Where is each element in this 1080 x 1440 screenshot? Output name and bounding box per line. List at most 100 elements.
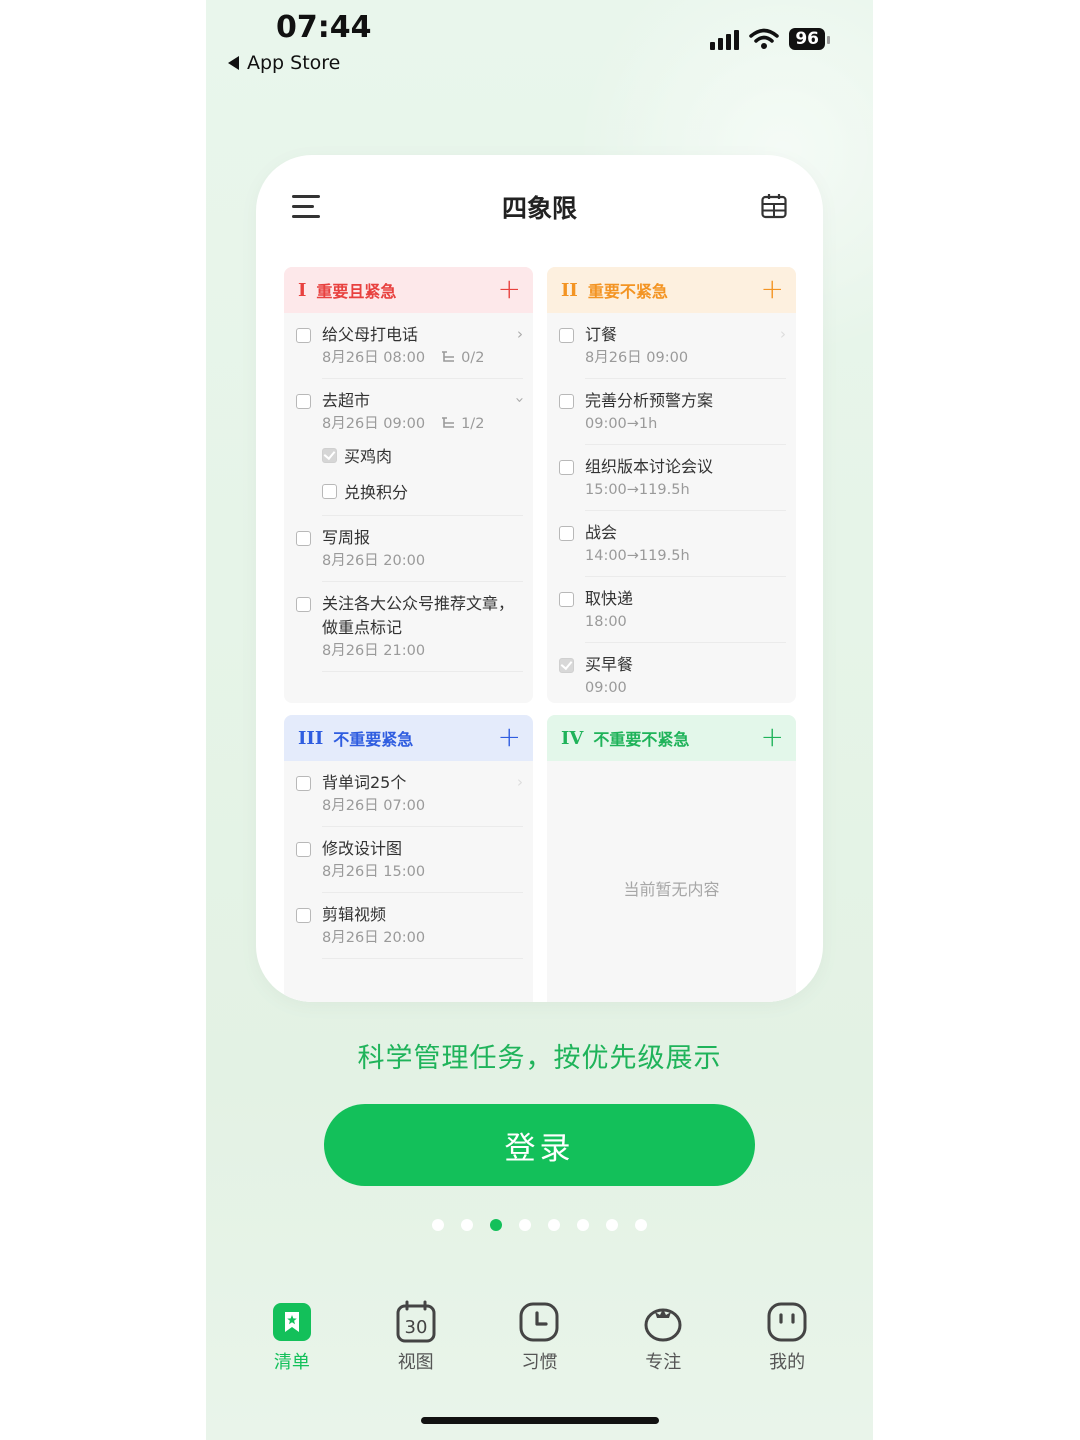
quadrant-number: IV xyxy=(561,727,584,749)
task-checkbox[interactable] xyxy=(559,658,574,673)
status-time: 07:44 xyxy=(276,10,372,45)
tab-label: 我的 xyxy=(769,1352,806,1373)
task-title: 剪辑视频 xyxy=(322,905,387,924)
task-checkbox[interactable] xyxy=(559,460,574,475)
back-to-app-store[interactable]: App Store xyxy=(228,52,340,74)
task-title: 写周报 xyxy=(322,528,371,547)
task-item[interactable]: 关注各大公众号推荐文章， 做重点标记 8月26日 21:00 xyxy=(284,582,533,672)
add-task-icon[interactable]: + xyxy=(498,723,521,751)
task-item[interactable]: 战会 14:00→119.5h xyxy=(547,511,796,577)
tab-focus[interactable]: 专注 xyxy=(608,1300,718,1400)
tab-label: 清单 xyxy=(273,1352,310,1373)
task-item[interactable]: 买早餐 09:00 xyxy=(547,643,796,699)
chevron-right-icon[interactable]: › xyxy=(780,325,786,343)
add-task-icon[interactable]: + xyxy=(761,723,784,751)
task-checkbox[interactable] xyxy=(296,842,311,857)
task-item[interactable]: 完善分析预警方案 09:00→1h xyxy=(547,379,796,445)
quadrant-header: II 重要不紧急 + xyxy=(547,267,796,313)
task-title: 给父母打电话 xyxy=(322,325,419,344)
home-indicator[interactable] xyxy=(421,1417,659,1424)
task-checkbox[interactable] xyxy=(559,526,574,541)
task-checkbox[interactable] xyxy=(559,592,574,607)
task-title: 关注各大公众号推荐文章， xyxy=(322,594,515,613)
task-checkbox[interactable] xyxy=(296,776,311,791)
chevron-right-icon[interactable]: › xyxy=(517,773,523,791)
task-title: 去超市 xyxy=(322,391,371,410)
page-dot[interactable] xyxy=(519,1219,531,1231)
task-item[interactable]: 背单词25个 8月26日 07:00 › xyxy=(284,761,533,827)
task-date: 8月26日 09:00 xyxy=(585,350,689,366)
task-item[interactable]: 修改设计图 8月26日 15:00 xyxy=(284,827,533,893)
task-item[interactable]: 取快递 18:00 xyxy=(547,577,796,643)
task-checkbox[interactable] xyxy=(296,908,311,923)
quadrant-urgent-important: I 重要且紧急 + 给父母打电话 8月26日 08:00 0/2 › 去超市 8… xyxy=(284,267,533,703)
task-title: 组织版本讨论会议 xyxy=(585,457,714,476)
task-checkbox[interactable] xyxy=(296,328,311,343)
wifi-icon xyxy=(749,28,780,49)
phone-screen: 07:44 App Store 96 四象限 I 重要且紧急 + 给父母打电话 … xyxy=(206,0,873,1440)
add-task-icon[interactable]: + xyxy=(498,275,521,303)
preview-header: 四象限 xyxy=(272,171,807,253)
page-dot[interactable] xyxy=(432,1219,444,1231)
chevron-right-icon[interactable]: › xyxy=(517,325,523,343)
task-title: 战会 xyxy=(585,523,618,542)
tab-label: 专注 xyxy=(645,1352,682,1373)
task-checkbox[interactable] xyxy=(559,328,574,343)
task-item[interactable]: 剪辑视频 8月26日 20:00 xyxy=(284,893,533,959)
task-title: 取快递 xyxy=(585,589,634,608)
task-title: 买早餐 xyxy=(585,655,634,674)
app-preview-screen: 四象限 I 重要且紧急 + 给父母打电话 8月26日 08:00 0/2 › 去… xyxy=(272,171,807,1002)
page-dot[interactable] xyxy=(461,1219,473,1231)
subtask-icon xyxy=(442,351,455,362)
add-task-icon[interactable]: + xyxy=(761,275,784,303)
subtask-item[interactable]: 兑换积分 xyxy=(284,475,523,511)
task-date: 8月26日 15:00 xyxy=(322,864,426,880)
chevron-down-icon[interactable]: › xyxy=(511,397,529,403)
svg-text:30: 30 xyxy=(404,1317,427,1338)
page-dot[interactable] xyxy=(548,1219,560,1231)
subtask-checkbox[interactable] xyxy=(322,484,337,499)
subtask-checkbox[interactable] xyxy=(322,448,337,463)
task-meta: 09:00→1h xyxy=(585,413,786,435)
task-date: 18:00 xyxy=(585,614,627,630)
task-date: 15:00→119.5h xyxy=(585,482,690,498)
quadrant-urgent-not-important: III 不重要紧急 + 背单词25个 8月26日 07:00 › 修改设计图 8… xyxy=(284,715,533,1002)
page-dot[interactable] xyxy=(635,1219,647,1231)
subtask-item[interactable]: 买鸡肉 xyxy=(284,439,523,475)
list-icon xyxy=(272,1303,311,1341)
subtask-title: 兑换积分 xyxy=(344,483,409,502)
tab-list[interactable]: 清单 xyxy=(237,1300,347,1400)
task-checkbox[interactable] xyxy=(296,597,311,612)
page-dot[interactable] xyxy=(577,1219,589,1231)
task-meta: 15:00→119.5h xyxy=(585,479,786,501)
page-dot-active[interactable] xyxy=(490,1219,502,1231)
task-meta: 14:00→119.5h xyxy=(585,545,786,567)
page-title: 四象限 xyxy=(501,194,577,223)
tab-label: 习惯 xyxy=(521,1352,558,1373)
task-item[interactable]: 订餐 8月26日 09:00 › xyxy=(547,313,796,379)
task-date: 8月26日 20:00 xyxy=(322,930,426,946)
task-title-line2: 做重点标记 xyxy=(322,618,403,637)
task-checkbox[interactable] xyxy=(559,394,574,409)
login-button[interactable]: 登录 xyxy=(324,1104,755,1186)
back-label: App Store xyxy=(247,52,341,74)
task-checkbox[interactable] xyxy=(296,394,311,409)
task-item[interactable]: 组织版本讨论会议 15:00→119.5h xyxy=(547,445,796,511)
task-meta: 8月26日 07:00 xyxy=(322,795,523,817)
tab-habit[interactable]: 习惯 xyxy=(484,1300,594,1400)
task-item[interactable]: 写周报 8月26日 20:00 xyxy=(284,516,533,582)
task-meta: 8月26日 20:00 xyxy=(322,550,523,572)
task-item[interactable]: 给父母打电话 8月26日 08:00 0/2 › xyxy=(284,313,533,379)
tab-view[interactable]: 30 视图 xyxy=(361,1300,471,1400)
task-date: 09:00→1h xyxy=(585,416,658,432)
task-meta: 8月26日 15:00 xyxy=(322,861,523,883)
task-date: 14:00→119.5h xyxy=(585,548,690,564)
app-preview-card: 四象限 I 重要且紧急 + 给父母打电话 8月26日 08:00 0/2 › 去… xyxy=(256,155,823,1002)
task-checkbox[interactable] xyxy=(296,531,311,546)
quadrant-name: 重要且紧急 xyxy=(316,282,397,301)
page-dot[interactable] xyxy=(606,1219,618,1231)
quadrant-number: I xyxy=(298,279,307,301)
quadrant-header: IV 不重要不紧急 + xyxy=(547,715,796,761)
task-item[interactable]: 去超市 8月26日 09:00 1/2 › 买鸡肉 兑换积分 xyxy=(284,379,533,516)
tab-profile[interactable]: 我的 xyxy=(732,1300,842,1400)
